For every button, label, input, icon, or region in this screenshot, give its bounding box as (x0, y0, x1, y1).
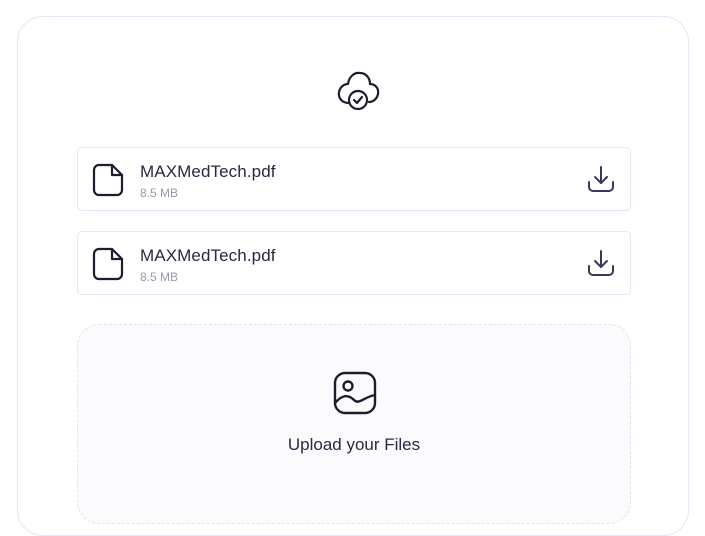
download-icon[interactable] (586, 164, 616, 194)
upload-dropzone[interactable]: Upload your Files (77, 324, 631, 524)
file-name: MAXMedTech.pdf (140, 162, 276, 181)
file-size: 8.5 MB (140, 186, 179, 200)
file-icon (92, 163, 124, 197)
file-item: MAXMedTech.pdf 8.5 MB (77, 147, 631, 211)
file-name: MAXMedTech.pdf (140, 246, 276, 265)
file-size: 8.5 MB (140, 270, 179, 284)
cloud-check-icon (337, 71, 380, 111)
upload-label: Upload your Files (287, 435, 421, 454)
file-item: MAXMedTech.pdf 8.5 MB (77, 231, 631, 295)
download-icon[interactable] (586, 248, 616, 278)
image-icon (333, 371, 377, 415)
file-icon (92, 247, 124, 281)
